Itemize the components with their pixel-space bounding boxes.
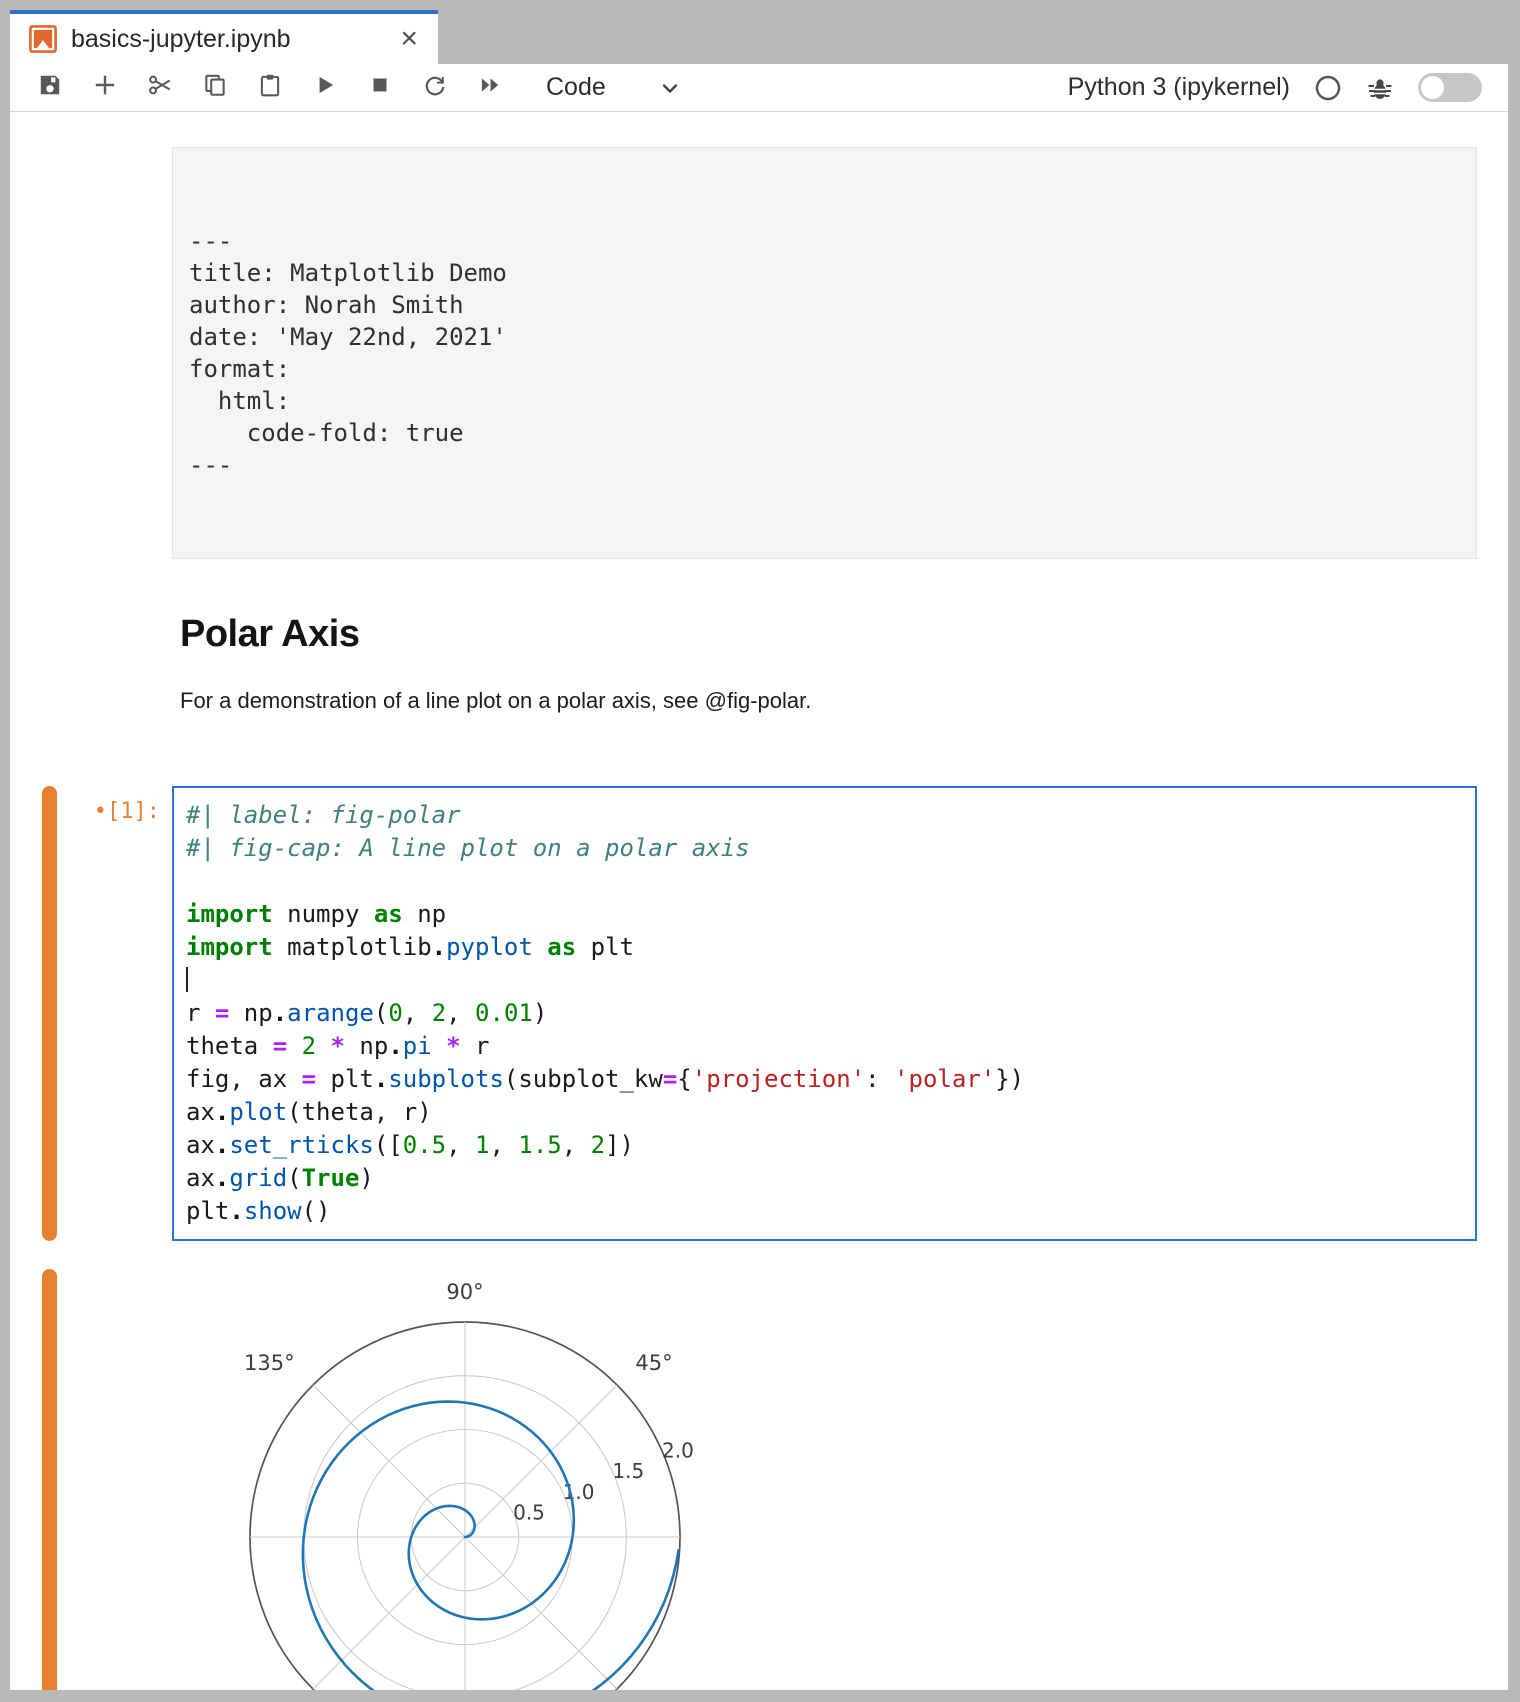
output-collapser[interactable] (42, 1269, 57, 1690)
svg-text:1.5: 1.5 (612, 1459, 644, 1483)
copy-icon (202, 72, 228, 103)
notebook-toolbar: Code Python 3 (ipykernel) (10, 64, 1508, 112)
paste-cell-button[interactable] (257, 75, 283, 101)
chevron-down-icon (658, 76, 682, 100)
close-icon[interactable]: × (396, 24, 422, 54)
text-cursor (186, 967, 188, 992)
plus-icon (92, 72, 118, 103)
code-line: ax.set_rticks([0.5, 1, 1.5, 2]) (186, 1129, 1463, 1162)
raw-line: --- (189, 225, 1460, 257)
clipboard-icon (257, 72, 283, 103)
copy-cell-button[interactable] (202, 75, 228, 101)
code-line: ax.grid(True) (186, 1162, 1463, 1195)
polar-figure: 0°45°90°135°180°225°270°315°0.51.01.52.0 (225, 1269, 705, 1690)
kernel-name[interactable]: Python 3 (ipykernel) (1068, 73, 1290, 102)
polar-plot-image: 0°45°90°135°180°225°270°315°0.51.01.52.0 (225, 1269, 705, 1690)
tab-bar: basics-jupyter.ipynb × (10, 10, 1508, 64)
input-collapser[interactable] (42, 786, 57, 1241)
save-icon (37, 72, 63, 103)
toolbar-buttons (37, 75, 532, 101)
notebook-tab[interactable]: basics-jupyter.ipynb × (10, 10, 438, 64)
stop-icon (367, 72, 393, 103)
raw-line: --- (189, 449, 1460, 481)
raw-line: format: (189, 353, 1460, 385)
restart-kernel-button[interactable] (422, 75, 448, 101)
kernel-idle-circle-icon (1314, 74, 1342, 102)
raw-line: title: Matplotlib Demo (189, 257, 1460, 289)
notebook-area: ---title: Matplotlib Demoauthor: Norah S… (10, 112, 1508, 1690)
code-line: r = np.arange(0, 2, 0.01) (186, 997, 1463, 1030)
code-editor[interactable]: #| label: fig-polar#| fig-cap: A line pl… (172, 786, 1477, 1241)
code-line (186, 964, 1463, 997)
interrupt-kernel-button[interactable] (367, 75, 393, 101)
svg-text:0.5: 0.5 (513, 1500, 545, 1524)
toolbar-right-group: Python 3 (ipykernel) (1068, 73, 1482, 102)
code-cell: •[1]: #| label: fig-polar#| fig-cap: A l… (10, 786, 1508, 1241)
raw-line: code-fold: true (189, 417, 1460, 449)
raw-cell-text: ---title: Matplotlib Demoauthor: Norah S… (189, 225, 1460, 481)
code-line: fig, ax = plt.subplots(subplot_kw={'proj… (186, 1063, 1463, 1096)
toggle-knob (1421, 76, 1444, 99)
code-line: #| fig-cap: A line plot on a polar axis (186, 832, 1463, 865)
restart-run-all-button[interactable] (477, 75, 503, 101)
svg-text:2.0: 2.0 (662, 1439, 694, 1463)
bug-icon[interactable] (1366, 74, 1394, 102)
code-line (186, 865, 1463, 898)
run-button[interactable] (312, 75, 338, 101)
add-cell-button[interactable] (92, 75, 118, 101)
notebook-icon (28, 24, 58, 54)
jupyterlab-window: basics-jupyter.ipynb × Code Python 3 (ip… (10, 10, 1508, 1690)
svg-text:135°: 135° (244, 1351, 295, 1375)
raw-line: date: 'May 22nd, 2021' (189, 321, 1460, 353)
raw-line: html: (189, 385, 1460, 417)
fast-forward-icon (477, 72, 503, 103)
scissors-icon (147, 72, 173, 103)
raw-cell[interactable]: ---title: Matplotlib Demoauthor: Norah S… (172, 147, 1477, 559)
cell-type-label: Code (546, 73, 606, 102)
code-line: #| label: fig-polar (186, 799, 1463, 832)
code-line: import matplotlib.pyplot as plt (186, 931, 1463, 964)
play-icon (312, 72, 338, 103)
code-line: theta = 2 * np.pi * r (186, 1030, 1463, 1063)
execution-prompt: •[1]: (57, 786, 172, 1241)
code-line: plt.show() (186, 1195, 1463, 1228)
svg-text:90°: 90° (446, 1280, 483, 1304)
cut-cell-button[interactable] (147, 75, 173, 101)
tab-title: basics-jupyter.ipynb (71, 25, 383, 54)
markdown-heading: Polar Axis (180, 611, 1508, 657)
output-cell: 0°45°90°135°180°225°270°315°0.51.01.52.0 (10, 1269, 1508, 1690)
output-prompt-spacer (57, 1269, 172, 1282)
restart-icon (422, 72, 448, 103)
raw-line: author: Norah Smith (189, 289, 1460, 321)
simple-interface-toggle[interactable] (1418, 73, 1482, 102)
svg-text:45°: 45° (635, 1351, 672, 1375)
markdown-paragraph: For a demonstration of a line plot on a … (180, 687, 1508, 715)
save-button[interactable] (37, 75, 63, 101)
code-line: import numpy as np (186, 898, 1463, 931)
cell-type-dropdown[interactable]: Code (546, 73, 682, 102)
code-line: ax.plot(theta, r) (186, 1096, 1463, 1129)
